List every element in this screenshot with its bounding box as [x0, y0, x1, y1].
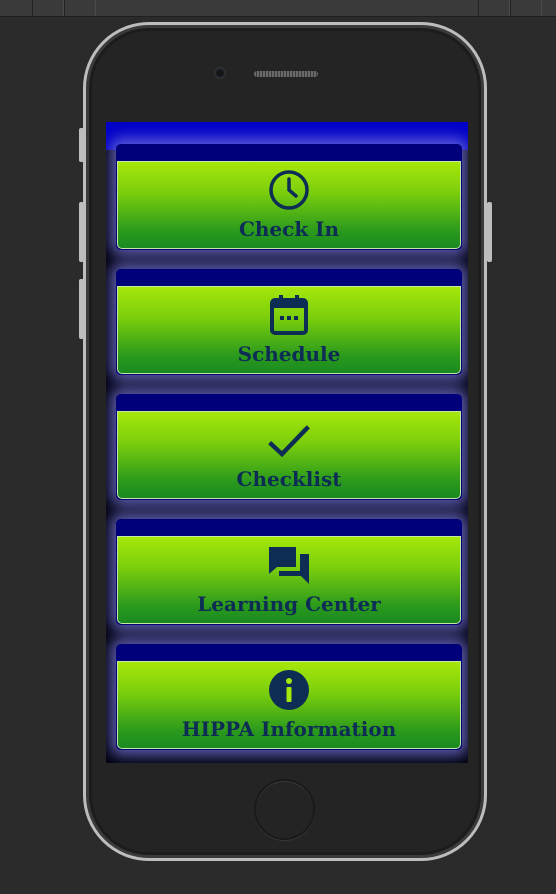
info-icon: [267, 668, 311, 712]
hippa-information-label: HIPPA Information: [181, 717, 397, 741]
calendar-icon: [267, 293, 311, 337]
card-band: [116, 269, 462, 286]
home-button[interactable]: [254, 779, 315, 840]
check-in-label: Check In: [238, 217, 340, 241]
main-menu: Check In Schedule Checklist Learning Cen…: [106, 122, 468, 763]
toolbar-segment: [64, 0, 96, 16]
schedule-label: Schedule: [237, 342, 341, 366]
toolbar-segment: [32, 0, 64, 16]
schedule-button[interactable]: Schedule: [116, 269, 462, 375]
toolbar-segment: [478, 0, 510, 16]
card-band: [116, 519, 462, 536]
clock-icon: [267, 168, 311, 212]
phone-screen: Check In Schedule Checklist Learning Cen…: [106, 122, 468, 763]
earpiece-speaker: [254, 71, 318, 77]
check-in-button[interactable]: Check In: [116, 144, 462, 250]
front-camera-icon: [215, 68, 225, 78]
window-toolbar: [0, 0, 556, 17]
chat-bubbles-icon: [267, 543, 311, 587]
card-band: [116, 144, 462, 161]
card-band: [116, 394, 462, 411]
checkmark-icon: [267, 418, 311, 462]
checklist-button[interactable]: Checklist: [116, 394, 462, 500]
learning-center-label: Learning Center: [197, 592, 381, 616]
learning-center-button[interactable]: Learning Center: [116, 519, 462, 625]
card-band: [116, 644, 462, 661]
hippa-information-button[interactable]: HIPPA Information: [116, 644, 462, 750]
power-button: [487, 202, 492, 262]
checklist-label: Checklist: [236, 467, 342, 491]
toolbar-segment: [510, 0, 542, 16]
